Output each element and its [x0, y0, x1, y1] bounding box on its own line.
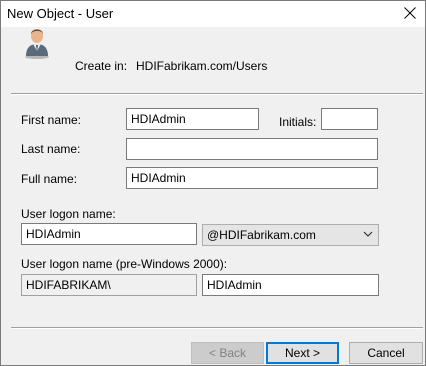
- close-button[interactable]: [395, 1, 425, 27]
- pre2000-name-field[interactable]: HDIAdmin: [202, 274, 379, 296]
- domain-suffix-value: @HDIFabrikam.com: [207, 228, 316, 242]
- logon-name-field[interactable]: HDIAdmin: [21, 223, 197, 245]
- full-name-label: Full name:: [21, 172, 78, 186]
- new-object-user-dialog: New Object - User Create in: HDIFabrikam…: [0, 0, 426, 366]
- footer-separator: [11, 327, 423, 329]
- full-name-field[interactable]: HDIAdmin: [126, 167, 378, 189]
- initials-label: Initials:: [279, 115, 317, 129]
- logon-name-label: User logon name:: [21, 207, 116, 221]
- back-button[interactable]: < Back: [191, 342, 264, 364]
- last-name-field[interactable]: [126, 138, 378, 160]
- cancel-button[interactable]: Cancel: [349, 342, 423, 364]
- close-icon: [404, 7, 416, 19]
- chevron-down-icon: [363, 231, 373, 237]
- pre2000-domain-field: HDIFABRIKAM\: [21, 274, 197, 296]
- create-in-label: Create in:: [75, 59, 128, 73]
- create-in-path: HDIFabrikam.com/Users: [136, 59, 268, 73]
- initials-field[interactable]: [321, 108, 378, 130]
- pre2000-label: User logon name (pre-Windows 2000):: [21, 257, 228, 271]
- header-separator: [11, 93, 423, 95]
- domain-suffix-dropdown[interactable]: @HDIFabrikam.com: [202, 224, 379, 246]
- first-name-label: First name:: [21, 113, 82, 127]
- title-bar: New Object - User: [1, 1, 425, 27]
- last-name-label: Last name:: [21, 142, 81, 156]
- user-icon: [23, 25, 53, 59]
- next-button[interactable]: Next >: [266, 342, 339, 364]
- window-title: New Object - User: [7, 6, 114, 21]
- first-name-field[interactable]: HDIAdmin: [126, 108, 259, 130]
